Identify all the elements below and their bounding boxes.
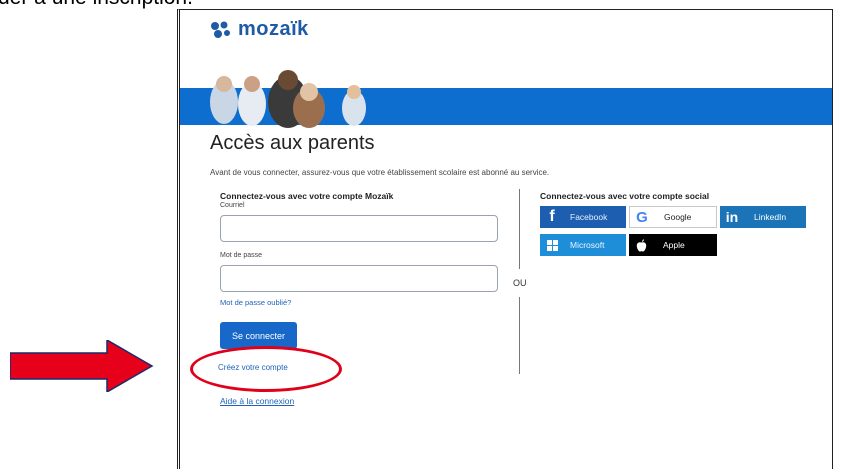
apple-label: Apple xyxy=(663,240,685,250)
apple-icon xyxy=(629,238,653,252)
family-photo xyxy=(210,70,366,128)
annotation-arrow xyxy=(10,340,154,392)
facebook-label: Facebook xyxy=(570,212,608,222)
google-icon: G xyxy=(636,208,648,226)
linkedin-button[interactable]: in LinkedIn xyxy=(720,206,806,228)
email-label: Courriel xyxy=(220,202,245,209)
facebook-icon: f xyxy=(549,208,555,225)
social-heading: Connectez-vous avec votre compte social xyxy=(540,191,710,201)
microsoft-icon xyxy=(540,239,564,251)
email-field[interactable] xyxy=(220,215,498,242)
caption-text: der à une inscription. xyxy=(0,0,193,10)
intro-text: Avant de vous connecter, assurez-vous qu… xyxy=(210,168,550,177)
linkedin-label: LinkedIn xyxy=(754,212,787,222)
apple-button[interactable]: Apple xyxy=(629,234,717,256)
vertical-divider-bottom xyxy=(519,297,520,374)
password-field[interactable] xyxy=(220,265,498,292)
help-link[interactable]: Aide à la connexion xyxy=(220,396,294,406)
page-title: Accès aux parents xyxy=(210,132,375,154)
mozaik-logo-icon xyxy=(211,21,230,38)
google-label: Google xyxy=(664,212,692,222)
mozaik-logo: mozaïk xyxy=(210,18,309,41)
login-heading: Connectez-vous avec votre compte Mozaïk xyxy=(220,191,394,201)
forgot-password-link[interactable]: Mot de passe oublié? xyxy=(220,298,291,307)
login-button[interactable]: Se connecter xyxy=(220,322,297,349)
microsoft-label: Microsoft xyxy=(570,240,605,250)
logo-text: mozaïk xyxy=(238,18,309,40)
vertical-divider-top xyxy=(519,189,520,269)
browser-screenshot: mozaïk Accès aux parents Avant de vous c… xyxy=(177,9,833,469)
or-separator: OU xyxy=(513,278,527,288)
microsoft-button[interactable]: Microsoft xyxy=(540,234,626,256)
annotation-ellipse xyxy=(190,346,342,392)
google-button[interactable]: G Google xyxy=(629,206,717,228)
facebook-button[interactable]: f Facebook xyxy=(540,206,626,228)
password-label: Mot de passe xyxy=(220,252,263,259)
linkedin-icon: in xyxy=(725,209,739,225)
